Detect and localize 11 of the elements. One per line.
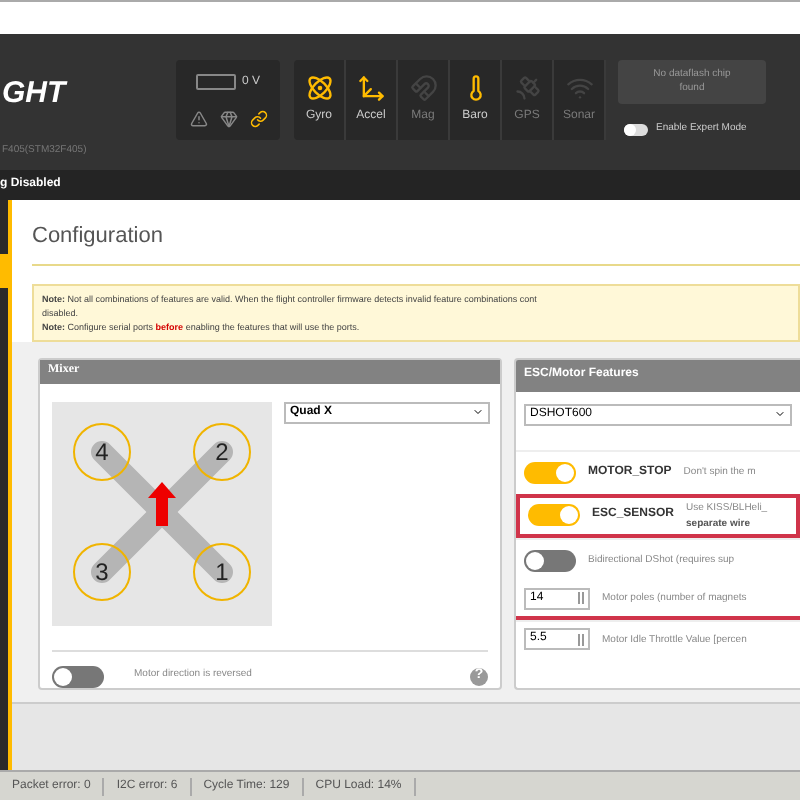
toggle-switch[interactable] <box>524 549 576 571</box>
quadcopter-diagram: 4 2 3 1 <box>52 401 272 625</box>
battery-icon <box>195 74 236 90</box>
caret-icon <box>472 406 484 418</box>
logo-text: GHT <box>2 78 70 108</box>
caret-icon <box>774 408 786 420</box>
expert-mode-toggle[interactable] <box>624 123 648 136</box>
toggle-switch[interactable] <box>524 461 576 483</box>
toggle-switch[interactable] <box>528 504 580 526</box>
toggle-switch[interactable] <box>52 665 104 687</box>
page-title: Configuration <box>32 220 800 265</box>
